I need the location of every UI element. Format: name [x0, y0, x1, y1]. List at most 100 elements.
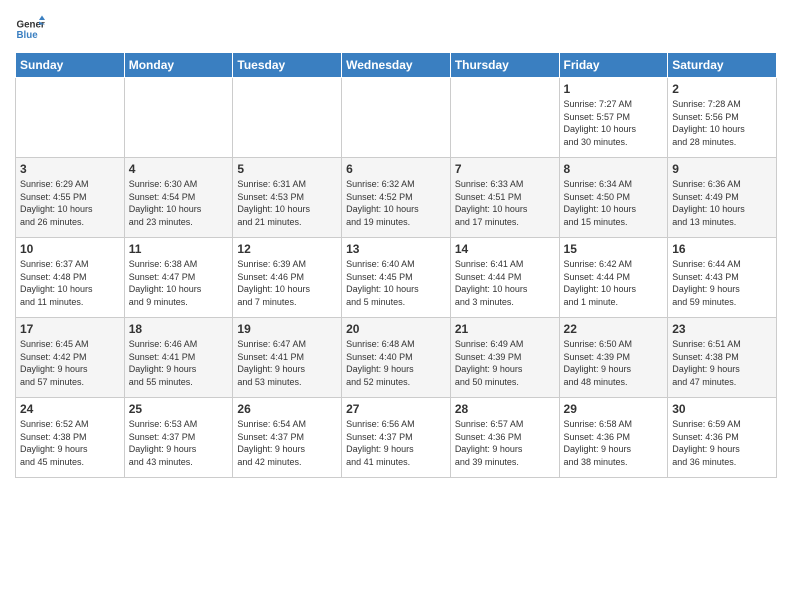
- day-number: 11: [129, 242, 229, 256]
- calendar-cell: 11 Sunrise: 6:38 AM Sunset: 4:47 PM Dayli…: [124, 238, 233, 318]
- day-info: Sunrise: 6:32 AM Sunset: 4:52 PM Dayligh…: [346, 179, 419, 227]
- calendar-week-row: 17Sunrise: 6:45 AM Sunset: 4:42 PM Dayli…: [16, 318, 777, 398]
- day-info: Sunrise: 6:41 AM Sunset: 4:44 PM Dayligh…: [455, 259, 528, 307]
- calendar-cell: [16, 78, 125, 158]
- calendar-cell: 25 Sunrise: 6:53 AM Sunset: 4:37 PM Dayli…: [124, 398, 233, 478]
- weekday-header: Monday: [124, 53, 233, 78]
- day-info: Sunrise: 6:39 AM Sunset: 4:46 PM Dayligh…: [237, 259, 310, 307]
- day-info: Sunrise: 6:53 AM Sunset: 4:37 PM Dayligh…: [129, 419, 198, 467]
- calendar-cell: 20Sunrise: 6:48 AM Sunset: 4:40 PM Dayli…: [342, 318, 451, 398]
- calendar-cell: 1 Sunrise: 7:27 AM Sunset: 5:57 PM Daylig…: [559, 78, 668, 158]
- day-info: Sunrise: 6:54 AM Sunset: 4:37 PM Dayligh…: [237, 419, 306, 467]
- calendar-cell: 17Sunrise: 6:45 AM Sunset: 4:42 PM Dayli…: [16, 318, 125, 398]
- day-number: 2: [672, 82, 772, 96]
- day-number: 27: [346, 402, 446, 416]
- calendar-cell: [233, 78, 342, 158]
- weekday-header: Tuesday: [233, 53, 342, 78]
- calendar-cell: 27 Sunrise: 6:56 AM Sunset: 4:37 PM Dayli…: [342, 398, 451, 478]
- calendar-cell: 19 Sunrise: 6:47 AM Sunset: 4:41 PM Dayli…: [233, 318, 342, 398]
- day-number: 7: [455, 162, 555, 176]
- calendar-cell: 21 Sunrise: 6:49 AM Sunset: 4:39 PM Dayli…: [450, 318, 559, 398]
- day-number: 26: [237, 402, 337, 416]
- header: General Blue: [15, 10, 777, 44]
- day-info: Sunrise: 7:28 AM Sunset: 5:56 PM Dayligh…: [672, 99, 745, 147]
- calendar-cell: 23Sunrise: 6:51 AM Sunset: 4:38 PM Dayli…: [668, 318, 777, 398]
- day-number: 15: [564, 242, 664, 256]
- calendar-cell: 8 Sunrise: 6:34 AM Sunset: 4:50 PM Daylig…: [559, 158, 668, 238]
- day-info: Sunrise: 6:58 AM Sunset: 4:36 PM Dayligh…: [564, 419, 633, 467]
- day-number: 25: [129, 402, 229, 416]
- day-number: 1: [564, 82, 664, 96]
- day-info: Sunrise: 6:46 AM Sunset: 4:41 PM Dayligh…: [129, 339, 198, 387]
- calendar-header: SundayMondayTuesdayWednesdayThursdayFrid…: [16, 53, 777, 78]
- day-number: 18: [129, 322, 229, 336]
- day-number: 5: [237, 162, 337, 176]
- day-number: 23: [672, 322, 772, 336]
- calendar-cell: 24 Sunrise: 6:52 AM Sunset: 4:38 PM Dayli…: [16, 398, 125, 478]
- calendar-week-row: 24 Sunrise: 6:52 AM Sunset: 4:38 PM Dayli…: [16, 398, 777, 478]
- calendar-week-row: 1 Sunrise: 7:27 AM Sunset: 5:57 PM Daylig…: [16, 78, 777, 158]
- day-info: Sunrise: 6:52 AM Sunset: 4:38 PM Dayligh…: [20, 419, 89, 467]
- weekday-header: Sunday: [16, 53, 125, 78]
- day-info: Sunrise: 6:30 AM Sunset: 4:54 PM Dayligh…: [129, 179, 202, 227]
- calendar-cell: 7Sunrise: 6:33 AM Sunset: 4:51 PM Daylig…: [450, 158, 559, 238]
- day-info: Sunrise: 6:29 AM Sunset: 4:55 PM Dayligh…: [20, 179, 93, 227]
- calendar-body: 1 Sunrise: 7:27 AM Sunset: 5:57 PM Daylig…: [16, 78, 777, 478]
- day-number: 22: [564, 322, 664, 336]
- day-number: 9: [672, 162, 772, 176]
- svg-text:General: General: [17, 20, 46, 31]
- day-info: Sunrise: 6:42 AM Sunset: 4:44 PM Dayligh…: [564, 259, 637, 307]
- calendar-cell: 26 Sunrise: 6:54 AM Sunset: 4:37 PM Dayli…: [233, 398, 342, 478]
- day-info: Sunrise: 6:56 AM Sunset: 4:37 PM Dayligh…: [346, 419, 415, 467]
- day-number: 14: [455, 242, 555, 256]
- day-info: Sunrise: 6:49 AM Sunset: 4:39 PM Dayligh…: [455, 339, 524, 387]
- calendar-cell: 22Sunrise: 6:50 AM Sunset: 4:39 PM Dayli…: [559, 318, 668, 398]
- calendar-cell: [450, 78, 559, 158]
- logo-icon: General Blue: [15, 14, 45, 44]
- calendar-cell: 15 Sunrise: 6:42 AM Sunset: 4:44 PM Dayli…: [559, 238, 668, 318]
- day-number: 6: [346, 162, 446, 176]
- day-info: Sunrise: 6:36 AM Sunset: 4:49 PM Dayligh…: [672, 179, 745, 227]
- calendar-cell: 3Sunrise: 6:29 AM Sunset: 4:55 PM Daylig…: [16, 158, 125, 238]
- day-number: 21: [455, 322, 555, 336]
- calendar-cell: 2 Sunrise: 7:28 AM Sunset: 5:56 PM Daylig…: [668, 78, 777, 158]
- weekday-header: Saturday: [668, 53, 777, 78]
- calendar-cell: 14 Sunrise: 6:41 AM Sunset: 4:44 PM Dayli…: [450, 238, 559, 318]
- day-info: Sunrise: 6:34 AM Sunset: 4:50 PM Dayligh…: [564, 179, 637, 227]
- day-info: Sunrise: 6:45 AM Sunset: 4:42 PM Dayligh…: [20, 339, 89, 387]
- day-number: 24: [20, 402, 120, 416]
- day-number: 8: [564, 162, 664, 176]
- day-number: 30: [672, 402, 772, 416]
- day-number: 4: [129, 162, 229, 176]
- calendar-cell: 30 Sunrise: 6:59 AM Sunset: 4:36 PM Dayli…: [668, 398, 777, 478]
- svg-text:Blue: Blue: [17, 30, 39, 41]
- weekday-header: Thursday: [450, 53, 559, 78]
- weekday-header: Friday: [559, 53, 668, 78]
- calendar-cell: 12 Sunrise: 6:39 AM Sunset: 4:46 PM Dayli…: [233, 238, 342, 318]
- calendar-cell: 13Sunrise: 6:40 AM Sunset: 4:45 PM Dayli…: [342, 238, 451, 318]
- day-info: Sunrise: 6:59 AM Sunset: 4:36 PM Dayligh…: [672, 419, 741, 467]
- day-info: Sunrise: 6:38 AM Sunset: 4:47 PM Dayligh…: [129, 259, 202, 307]
- day-number: 19: [237, 322, 337, 336]
- day-number: 16: [672, 242, 772, 256]
- day-number: 28: [455, 402, 555, 416]
- calendar-cell: 28Sunrise: 6:57 AM Sunset: 4:36 PM Dayli…: [450, 398, 559, 478]
- calendar-cell: [342, 78, 451, 158]
- logo: General Blue: [15, 14, 49, 44]
- day-info: Sunrise: 6:37 AM Sunset: 4:48 PM Dayligh…: [20, 259, 93, 307]
- calendar-cell: 4 Sunrise: 6:30 AM Sunset: 4:54 PM Daylig…: [124, 158, 233, 238]
- day-info: Sunrise: 7:27 AM Sunset: 5:57 PM Dayligh…: [564, 99, 637, 147]
- day-number: 13: [346, 242, 446, 256]
- calendar-cell: 29Sunrise: 6:58 AM Sunset: 4:36 PM Dayli…: [559, 398, 668, 478]
- calendar-week-row: 10 Sunrise: 6:37 AM Sunset: 4:48 PM Dayli…: [16, 238, 777, 318]
- calendar-week-row: 3Sunrise: 6:29 AM Sunset: 4:55 PM Daylig…: [16, 158, 777, 238]
- day-info: Sunrise: 6:48 AM Sunset: 4:40 PM Dayligh…: [346, 339, 415, 387]
- weekday-header: Wednesday: [342, 53, 451, 78]
- calendar-cell: 10 Sunrise: 6:37 AM Sunset: 4:48 PM Dayli…: [16, 238, 125, 318]
- day-info: Sunrise: 6:47 AM Sunset: 4:41 PM Dayligh…: [237, 339, 306, 387]
- calendar-cell: 6 Sunrise: 6:32 AM Sunset: 4:52 PM Daylig…: [342, 158, 451, 238]
- day-number: 10: [20, 242, 120, 256]
- day-info: Sunrise: 6:44 AM Sunset: 4:43 PM Dayligh…: [672, 259, 741, 307]
- day-number: 12: [237, 242, 337, 256]
- page-container: General Blue SundayMondayTuesdayWednesda…: [0, 0, 792, 488]
